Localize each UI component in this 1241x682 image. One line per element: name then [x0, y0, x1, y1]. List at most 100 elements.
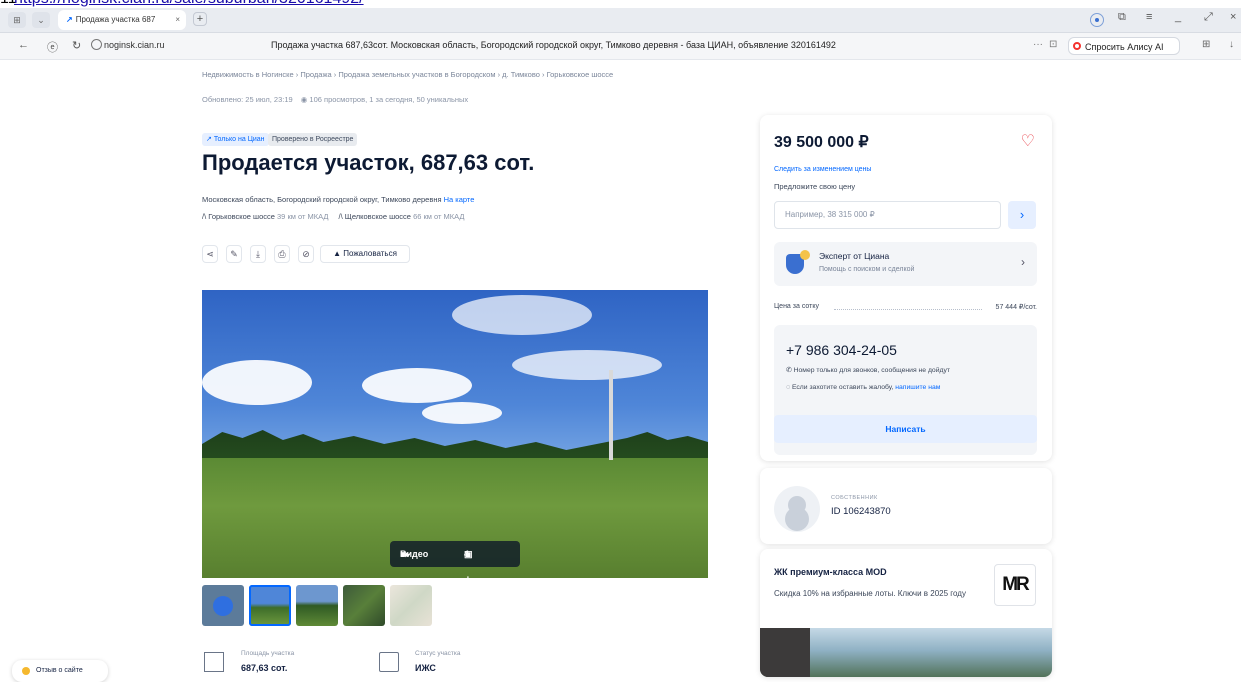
- map-link[interactable]: На карте: [444, 195, 475, 204]
- promo-card[interactable]: ЖК премиум-класса MOD Скидка 10% на избр…: [760, 549, 1052, 677]
- media-switcher: ■▸ Видео ▣ 4 фото: [390, 541, 520, 578]
- reload-icon[interactable]: ↻: [72, 39, 81, 52]
- share-icon[interactable]: ⋖: [202, 245, 218, 263]
- main-photo[interactable]: ■▸ Видео ▣ 4 фото: [202, 290, 708, 578]
- download-icon[interactable]: ↓: [1229, 39, 1234, 50]
- video-thumbnail[interactable]: [202, 585, 244, 626]
- promo-image: [760, 628, 1052, 677]
- site-info-icon[interactable]: [91, 39, 102, 50]
- building-shape: [760, 628, 810, 677]
- complaint-note: ◌ Если захотите оставить жалобу, напишит…: [786, 384, 940, 391]
- owner-role: СОБСТВЕННИК: [831, 495, 878, 501]
- offer-price-input[interactable]: Например, 38 315 000 ₽: [774, 201, 1001, 229]
- area-icon: [204, 652, 224, 672]
- price-per-sotka: Цена за сотку 57 444 ₽/сот.: [774, 303, 1037, 311]
- complain-button[interactable]: ▲ Пожаловаться: [320, 245, 410, 263]
- feature-status-value: ИЖС: [415, 663, 436, 673]
- back-icon[interactable]: ←: [18, 39, 29, 51]
- screenshot-url-caption: 11 https://noginsk.cian.ru/sale/suburban…: [0, 0, 1241, 8]
- alice-orb-icon[interactable]: [1090, 13, 1104, 27]
- page-title: Продается участок, 687,63 сот.: [202, 150, 535, 175]
- more-icon[interactable]: ···: [1033, 39, 1043, 50]
- eye-icon: ◉: [300, 95, 308, 104]
- close-tab-icon[interactable]: ×: [175, 10, 180, 30]
- breadcrumb[interactable]: Недвижимость в Ногинске › Продажа › Прод…: [202, 70, 613, 79]
- highway-1-name[interactable]: Горьковское шоссе: [208, 212, 275, 221]
- tab-list-chevron-icon[interactable]: ⌄: [32, 12, 50, 28]
- phone-note-text: Номер только для звонков, сообщения не д…: [793, 367, 950, 374]
- expert-title: Эксперт от Циана: [819, 251, 890, 261]
- active-tab[interactable]: ↗ Продажа участка 687 ×: [58, 10, 186, 30]
- cloud-shape: [202, 360, 312, 405]
- favorite-heart-icon[interactable]: ♡: [1021, 131, 1035, 151]
- edit-note-icon[interactable]: ✎: [226, 245, 242, 263]
- tab-title: Продажа участка 687: [75, 15, 156, 24]
- highway-2-name[interactable]: Щелковское шоссе: [345, 212, 411, 221]
- submit-offer-button[interactable]: ›: [1008, 201, 1036, 229]
- feature-area-value: 687,63 сот.: [241, 663, 288, 673]
- minimize-icon[interactable]: _: [1175, 11, 1181, 23]
- photos-label: 4 фото: [464, 549, 487, 578]
- cloud-shape: [422, 402, 502, 424]
- contact-box: +7 986 304-24-05 ✆ Номер только для звон…: [774, 325, 1037, 455]
- expert-subtitle: Помощь с поиском и сделкой: [819, 266, 915, 273]
- promo-description: Скидка 10% на избранные лоты. Ключи в 20…: [774, 589, 966, 598]
- phone-icon: ✆: [786, 367, 794, 374]
- cian-favicon-icon: ↗: [66, 15, 73, 24]
- owner-card[interactable]: СОБСТВЕННИК ID 106243870: [760, 468, 1052, 544]
- cloud-shape: [452, 295, 592, 335]
- cloud-shape: [512, 350, 662, 380]
- published-date: Обновлено: 25 июл, 23:19: [202, 95, 293, 104]
- shield-icon[interactable]: ⓔ: [47, 39, 58, 55]
- phone-note: ✆ Номер только для звонков, сообщения не…: [786, 366, 950, 374]
- bookmark-icon[interactable]: ⊡: [1049, 39, 1057, 50]
- feature-status-label: Статус участка: [415, 650, 461, 657]
- print-icon[interactable]: ⎙: [274, 245, 290, 263]
- map-thumbnail[interactable]: [390, 585, 432, 626]
- restore-icon[interactable]: ⤢: [1204, 11, 1213, 24]
- hide-icon[interactable]: ⊘: [298, 245, 314, 263]
- sidebar-toggle-icon[interactable]: ⊞: [8, 12, 26, 28]
- photo-thumbnail[interactable]: [343, 585, 385, 626]
- browser-address-bar: ← ⓔ ↻ noginsk.cian.ru Продажа участка 68…: [0, 33, 1241, 60]
- price-card: 39 500 000 ₽ ♡ Следить за изменением цен…: [760, 115, 1052, 461]
- document-icon: [379, 652, 399, 672]
- chevron-right-icon: ›: [1019, 207, 1025, 222]
- video-label: Видео: [400, 549, 429, 559]
- dotted-leader: [834, 309, 982, 310]
- feedback-button[interactable]: Отзыв о сайте: [12, 660, 108, 682]
- complaint-note-text: Если захотите оставить жалобу,: [791, 384, 894, 391]
- download-icon[interactable]: ⤓: [250, 245, 266, 263]
- verified-badge[interactable]: Проверено в Росреестре: [268, 133, 358, 146]
- avatar: [774, 486, 820, 532]
- collections-icon[interactable]: ⧉: [1118, 11, 1126, 24]
- cian-only-badge: ↗ Только на Циан: [202, 133, 269, 146]
- url-domain[interactable]: noginsk.cian.ru: [104, 40, 165, 50]
- photo-thumbnail[interactable]: [249, 585, 291, 626]
- developer-logo: MR: [994, 564, 1036, 606]
- extensions-icon[interactable]: ⊞: [1202, 39, 1210, 50]
- highway-2-dist: 66 км от МКАД: [413, 212, 465, 221]
- expert-banner[interactable]: Эксперт от Циана Помощь с поиском и сдел…: [774, 242, 1037, 286]
- address-text[interactable]: Московская область, Богородский городско…: [202, 195, 442, 204]
- close-window-icon[interactable]: ×: [1230, 11, 1236, 23]
- track-price-link[interactable]: Следить за изменением цены: [774, 166, 871, 173]
- address-page-title[interactable]: Продажа участка 687,63сот. Московская об…: [271, 40, 836, 50]
- chevron-right-icon: ›: [1021, 255, 1025, 269]
- caption-link[interactable]: https://noginsk.cian.ru/sale/suburban/32…: [14, 0, 364, 8]
- write-us-link[interactable]: напишите нам: [895, 384, 940, 391]
- menu-icon[interactable]: ≡: [1146, 11, 1152, 23]
- expert-shield-icon: [786, 250, 810, 274]
- warning-icon: ▲: [333, 249, 344, 258]
- views-count: 106 просмотров, 1 за сегодня, 50 уникаль…: [309, 95, 469, 104]
- highway-1-dist: 39 км от МКАД: [277, 212, 329, 221]
- browser-tab-strip: ⊞ ⌄ ↗ Продажа участка 687 × + ⧉ ≡ _ ⤢ ×: [0, 8, 1241, 33]
- new-tab-button[interactable]: +: [193, 12, 207, 26]
- price: 39 500 000 ₽: [774, 134, 869, 151]
- write-message-button[interactable]: Написать: [774, 415, 1037, 443]
- phone-number[interactable]: +7 986 304-24-05: [786, 342, 897, 358]
- promo-title: ЖК премиум-класса MOD: [774, 567, 887, 577]
- photo-thumbnail[interactable]: [296, 585, 338, 626]
- ask-alisa-button[interactable]: Спросить Алису AI: [1068, 37, 1180, 55]
- cian-only-label: Только на Циан: [213, 136, 265, 143]
